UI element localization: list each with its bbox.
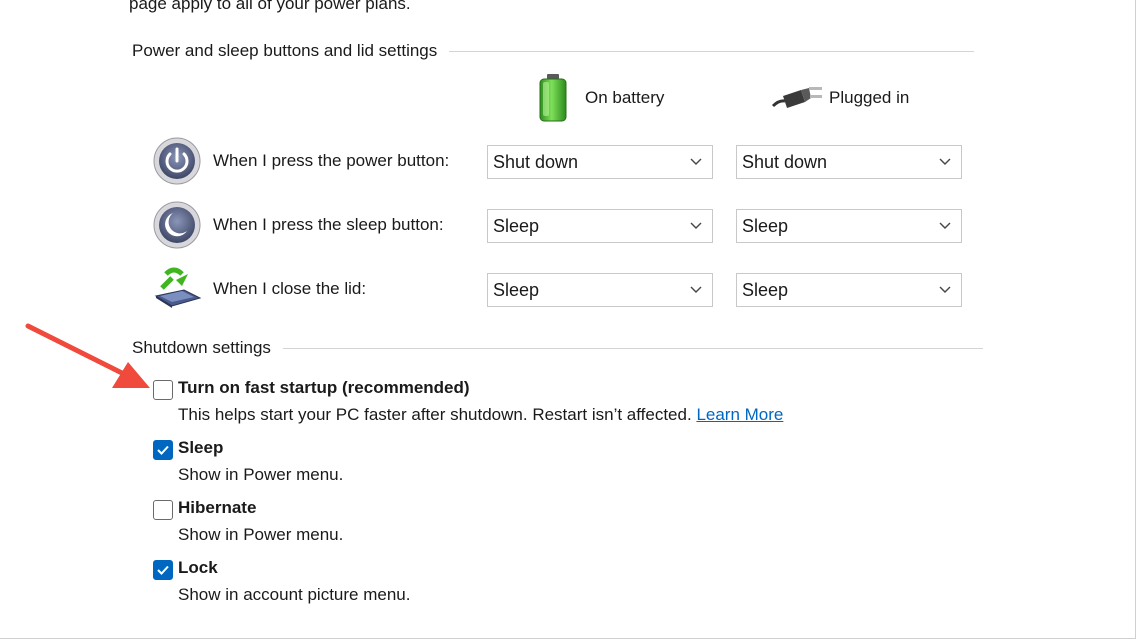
chevron-down-icon (690, 222, 702, 229)
section-divider (282, 347, 983, 349)
lock-option-description: Show in account picture menu. (178, 585, 411, 604)
sleep-button-battery-select[interactable]: Sleep (487, 209, 713, 243)
power-button-battery-value: Shut down (493, 151, 579, 172)
buttons-section-header: Power and sleep buttons and lid settings (132, 41, 975, 61)
chevron-down-icon (939, 222, 951, 229)
learn-more-link[interactable]: Learn More (696, 405, 783, 424)
power-button-battery-select[interactable]: Shut down (487, 145, 713, 179)
fast-startup-description: This helps start your PC faster after sh… (178, 405, 783, 425)
close-lid-battery-select[interactable]: Sleep (487, 273, 713, 307)
intro-text: page apply to all of your power plans. (129, 0, 411, 13)
checkmark-icon (157, 445, 169, 455)
sleep-button-icon (153, 201, 201, 249)
power-button-plugged-select[interactable]: Shut down (736, 145, 962, 179)
close-lid-plugged-value: Sleep (742, 279, 789, 300)
hibernate-checkbox[interactable] (153, 500, 173, 520)
control-panel-page: page apply to all of your power plans. P… (0, 0, 1136, 639)
chevron-down-icon (939, 286, 951, 293)
chevron-down-icon (690, 286, 702, 293)
on-battery-label: On battery (585, 88, 665, 107)
sleep-button-plugged-select[interactable]: Sleep (736, 209, 962, 243)
checkmark-icon (157, 565, 169, 575)
sleep-button-battery-value: Sleep (493, 215, 540, 236)
chevron-down-icon (939, 158, 951, 165)
lock-checkbox[interactable] (153, 560, 173, 580)
hibernate-option-title: Hibernate (178, 498, 257, 517)
hibernate-option-description: Show in Power menu. (178, 525, 344, 544)
on-battery-header: On battery (537, 74, 664, 122)
sleep-checkbox[interactable] (153, 440, 173, 460)
sleep-button-plugged-value: Sleep (742, 215, 789, 236)
lock-option-title: Lock (178, 558, 218, 577)
chevron-down-icon (690, 158, 702, 165)
power-button-icon (153, 137, 201, 185)
power-plug-icon (771, 87, 822, 108)
power-button-label: When I press the power button: (213, 151, 450, 170)
close-lid-plugged-select[interactable]: Sleep (736, 273, 962, 307)
plugged-in-label: Plugged in (829, 88, 910, 107)
fast-startup-title: Turn on fast startup (recommended) (178, 378, 470, 397)
laptop-lid-icon (154, 267, 202, 308)
close-lid-label: When I close the lid: (213, 279, 367, 298)
power-button-plugged-value: Shut down (742, 151, 828, 172)
shutdown-section-header: Shutdown settings (132, 338, 983, 358)
battery-icon (539, 74, 567, 122)
sleep-option-title: Sleep (178, 438, 224, 457)
sleep-option-description: Show in Power menu. (178, 465, 344, 484)
annotation-arrow-icon (25, 323, 150, 388)
plugged-in-header: Plugged in (771, 84, 909, 112)
section-divider (449, 50, 975, 52)
buttons-section-title: Power and sleep buttons and lid settings (132, 41, 438, 60)
sleep-button-label: When I press the sleep button: (213, 215, 444, 234)
close-lid-battery-value: Sleep (493, 279, 540, 300)
fast-startup-desc-text: This helps start your PC faster after sh… (178, 405, 692, 424)
